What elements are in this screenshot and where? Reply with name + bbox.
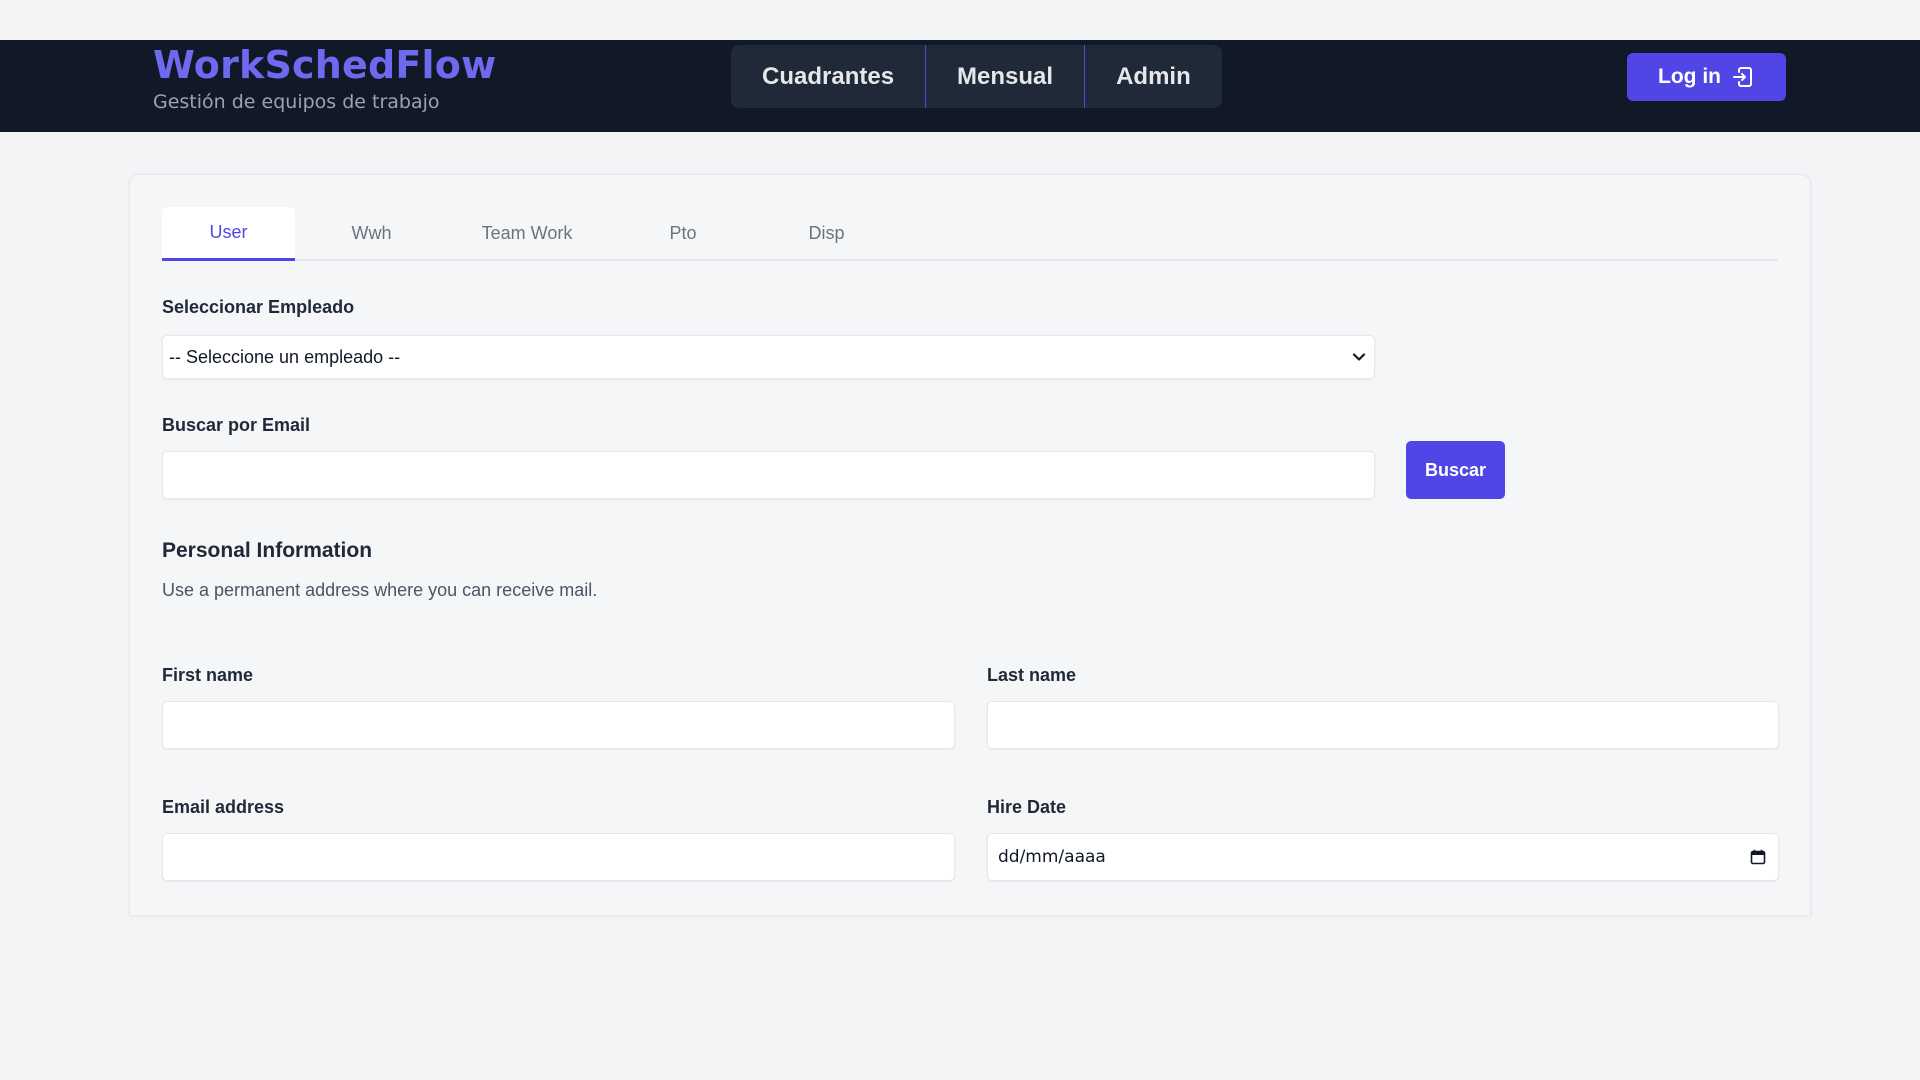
employee-select-value: -- Seleccione un empleado -- [169, 346, 401, 367]
first-name-label: First name [162, 665, 254, 685]
tab-pto[interactable]: Pto [606, 207, 760, 259]
search-button[interactable]: Buscar [1406, 441, 1505, 499]
chevron-down-icon [1352, 353, 1366, 361]
section-description: Use a permanent address where you can re… [162, 580, 598, 600]
hire-date-placeholder: dd/mm/aaaa [998, 847, 1106, 867]
select-employee-label: Seleccionar Empleado [162, 297, 355, 317]
main-nav: Cuadrantes Mensual Admin [731, 45, 1222, 108]
first-name-input[interactable] [162, 701, 955, 749]
brand-title: WorkSchedFlow [153, 43, 497, 87]
log-in-icon [1732, 67, 1752, 87]
last-name-label: Last name [987, 665, 1077, 685]
user-form-card: User Wwh Team Work Pto Disp Seleccionar … [129, 174, 1811, 915]
employee-select[interactable]: -- Seleccione un empleado -- [162, 335, 1375, 379]
email-label: Email address [162, 797, 285, 817]
tab-team-work[interactable]: Team Work [448, 207, 606, 259]
last-name-input[interactable] [987, 701, 1779, 749]
calendar-icon[interactable] [1750, 849, 1766, 865]
tab-user[interactable]: User [162, 207, 295, 261]
hire-date-label: Hire Date [987, 797, 1067, 817]
nav-item-mensual[interactable]: Mensual [925, 45, 1084, 108]
tab-bar: User Wwh Team Work Pto Disp [162, 207, 1778, 261]
search-email-input[interactable] [162, 451, 1375, 499]
brand[interactable]: WorkSchedFlow Gestión de equipos de trab… [153, 40, 496, 114]
tab-disp[interactable]: Disp [760, 207, 893, 259]
login-button-label: Log in [1658, 65, 1721, 88]
brand-subtitle: Gestión de equipos de trabajo [153, 91, 440, 113]
nav-item-cuadrantes[interactable]: Cuadrantes [731, 45, 925, 108]
login-button[interactable]: Log in [1627, 53, 1786, 101]
email-input[interactable] [162, 833, 955, 881]
tab-wwh[interactable]: Wwh [295, 207, 448, 259]
hire-date-input[interactable]: dd/mm/aaaa [987, 833, 1779, 881]
section-title: Personal Information [162, 539, 373, 562]
nav-item-admin[interactable]: Admin [1084, 45, 1222, 108]
top-navbar: WorkSchedFlow Gestión de equipos de trab… [0, 40, 1920, 132]
search-email-label: Buscar por Email [162, 415, 311, 435]
